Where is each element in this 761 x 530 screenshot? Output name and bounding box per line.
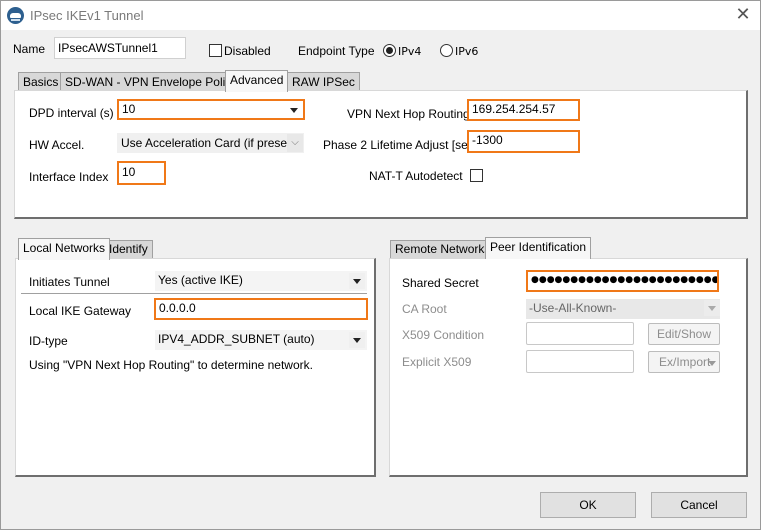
- x509-condition-label: X509 Condition: [402, 328, 485, 342]
- tab-raw-ipsec[interactable]: RAW IPSec: [287, 72, 360, 92]
- ex-import-button[interactable]: Ex/Import: [648, 351, 720, 373]
- tab-identify[interactable]: Identify: [104, 240, 153, 259]
- edit-show-button[interactable]: Edit/Show: [648, 323, 720, 345]
- local-ike-gateway-label: Local IKE Gateway: [29, 304, 132, 318]
- disabled-label: Disabled: [224, 44, 271, 58]
- id-type-value: IPV4_ADDR_SUBNET (auto): [158, 332, 315, 346]
- phase2-lifetime-label: Phase 2 Lifetime Adjust [sec]: [323, 138, 478, 152]
- chevron-down-icon: [290, 108, 298, 113]
- hw-accel-label: HW Accel.: [29, 138, 85, 152]
- dpd-interval-dropdown[interactable]: 10: [117, 99, 305, 120]
- hw-accel-value: Use Acceleration Card (if present): [121, 136, 302, 150]
- dpd-interval-value: 10: [122, 102, 136, 116]
- tab-peer-identification[interactable]: Peer Identification: [485, 237, 592, 259]
- chevron-down-icon: [353, 279, 361, 284]
- hw-accel-dropdown[interactable]: Use Acceleration Card (if present) ⌵: [117, 133, 304, 153]
- vpn-next-hop-label: VPN Next Hop Routing: [347, 107, 470, 121]
- chevron-down-icon: [708, 306, 716, 311]
- initiates-tunnel-value: Yes (active IKE): [158, 273, 243, 287]
- close-button[interactable]: ✕: [732, 5, 754, 25]
- dpd-interval-label: DPD interval (s): [29, 106, 114, 120]
- tab-local-networks[interactable]: Local Networks: [18, 238, 111, 260]
- vpn-next-hop-input[interactable]: 169.254.254.57: [467, 99, 580, 121]
- dropdown-button: [349, 332, 365, 348]
- ipv4-radio[interactable]: [383, 44, 396, 57]
- window-title: IPsec IKEv1 Tunnel: [30, 8, 144, 23]
- dialog-window: IPsec IKEv1 Tunnel ✕ Name IPsecAWSTunnel…: [0, 0, 761, 530]
- explicit-x509-label: Explicit X509: [402, 355, 472, 369]
- initiates-tunnel-label: Initiates Tunnel: [29, 275, 110, 289]
- shared-secret-input[interactable]: ●●●●●●●●●●●●●●●●●●●●●●●●●●: [526, 270, 719, 292]
- name-input[interactable]: IPsecAWSTunnel1: [54, 37, 186, 59]
- x509-condition-input[interactable]: [526, 322, 634, 345]
- local-ike-gateway-input[interactable]: 0.0.0.0: [154, 298, 368, 320]
- ok-button[interactable]: OK: [540, 492, 636, 518]
- tab-advanced[interactable]: Advanced: [225, 70, 289, 92]
- id-type-dropdown[interactable]: IPV4_ADDR_SUBNET (auto): [155, 330, 367, 350]
- tab-remote-networks[interactable]: Remote Networks: [390, 240, 496, 259]
- chevron-down-icon: [708, 361, 716, 366]
- routing-note: Using "VPN Next Hop Routing" to determin…: [29, 358, 313, 372]
- natt-autodetect-label: NAT-T Autodetect: [369, 169, 463, 183]
- ca-root-dropdown[interactable]: -Use-All-Known-: [526, 299, 720, 319]
- ipv4-label: IPv4: [398, 45, 422, 58]
- interface-index-input[interactable]: 10: [117, 161, 166, 185]
- shared-secret-label: Shared Secret: [402, 276, 479, 290]
- tab-basics[interactable]: Basics: [18, 72, 64, 92]
- natt-autodetect-checkbox[interactable]: [470, 169, 483, 182]
- cancel-button[interactable]: Cancel: [651, 492, 747, 518]
- name-label: Name: [13, 42, 46, 56]
- phase2-lifetime-input[interactable]: -1300: [467, 130, 580, 153]
- divider: [21, 293, 367, 294]
- ipv6-radio[interactable]: [440, 44, 453, 57]
- shared-secret-value: ●●●●●●●●●●●●●●●●●●●●●●●●●●: [531, 275, 719, 285]
- ca-root-label: CA Root: [402, 302, 447, 316]
- chevron-down-icon: [353, 338, 361, 343]
- endpoint-type-label: Endpoint Type: [298, 44, 375, 58]
- tab-sdwan-envelope-policy[interactable]: SD-WAN - VPN Envelope Policy: [60, 72, 243, 92]
- id-type-label: ID-type: [29, 334, 68, 348]
- network-globe-icon: [7, 7, 24, 24]
- ca-root-value: -Use-All-Known-: [529, 301, 617, 315]
- close-icon: ✕: [735, 4, 751, 25]
- ipv6-label: IPv6: [455, 45, 479, 58]
- dropdown-button: [704, 300, 720, 316]
- title-bar: IPsec IKEv1 Tunnel ✕: [1, 1, 760, 30]
- disabled-checkbox[interactable]: [209, 44, 222, 57]
- chevron-down-icon: ⌵: [287, 134, 303, 152]
- explicit-x509-input[interactable]: [526, 350, 634, 373]
- initiates-tunnel-dropdown[interactable]: Yes (active IKE): [155, 271, 367, 291]
- ex-import-label: Ex/Import: [659, 355, 711, 369]
- interface-index-label: Interface Index: [29, 170, 109, 184]
- dropdown-button: [349, 273, 365, 289]
